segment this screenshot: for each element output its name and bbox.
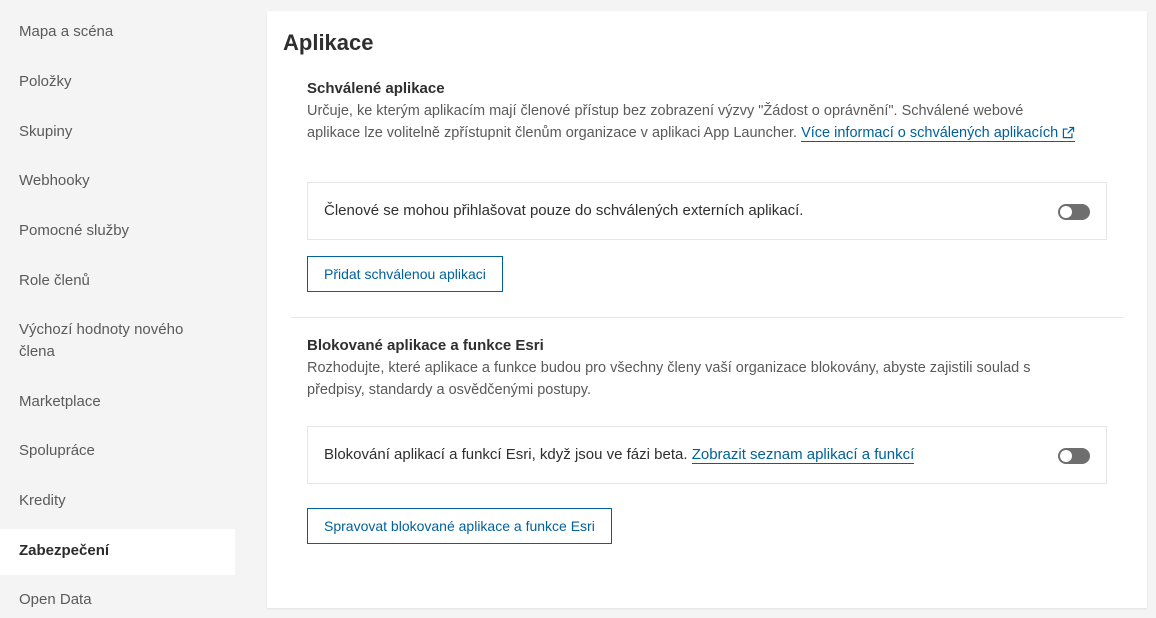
sidebar: Mapa a scéna Položky Skupiny Webhooky Po… bbox=[0, 0, 235, 618]
sidebar-item-collaboration[interactable]: Spolupráce bbox=[0, 440, 235, 462]
add-approved-app-button[interactable]: Přidat schválenou aplikaci bbox=[307, 256, 503, 292]
blocked-apps-toggle-row: Blokování aplikací a funkcí Esri, když j… bbox=[307, 426, 1107, 484]
manage-blocked-apps-button[interactable]: Spravovat blokované aplikace a funkce Es… bbox=[307, 508, 612, 544]
approved-apps-title: Schválené aplikace bbox=[307, 80, 445, 97]
sidebar-item-items[interactable]: Položky bbox=[0, 71, 235, 93]
sidebar-item-groups[interactable]: Skupiny bbox=[0, 121, 235, 143]
sidebar-item-member-roles[interactable]: Role členů bbox=[0, 270, 235, 292]
sidebar-item-new-member-defaults[interactable]: Výchozí hodnoty nového člena bbox=[0, 319, 200, 363]
sidebar-item-utility-services[interactable]: Pomocné služby bbox=[0, 220, 235, 242]
blocked-apps-description: Rozhodujte, které aplikace a funkce budo… bbox=[307, 360, 1031, 398]
sidebar-item-credits[interactable]: Kredity bbox=[0, 490, 235, 512]
sidebar-item-marketplace[interactable]: Marketplace bbox=[0, 391, 235, 413]
toggle-knob bbox=[1060, 206, 1072, 218]
approved-apps-more-info-link[interactable]: Více informací o schválených aplikacích bbox=[801, 125, 1076, 142]
approved-apps-toggle-row: Členové se mohou přihlašovat pouze do sc… bbox=[307, 182, 1107, 240]
page-title: Aplikace bbox=[283, 30, 374, 55]
sidebar-item-webhooks[interactable]: Webhooky bbox=[0, 170, 235, 192]
approved-apps-only-toggle[interactable] bbox=[1058, 204, 1090, 220]
section-divider bbox=[291, 317, 1123, 318]
toggle-knob bbox=[1060, 450, 1072, 462]
external-link-icon bbox=[1062, 124, 1075, 146]
sidebar-item-map-scene[interactable]: Mapa a scéna bbox=[0, 21, 235, 43]
approved-apps-description: Určuje, ke kterým aplikacím mají členové… bbox=[307, 100, 1077, 146]
blocked-apps-toggle-label: Blokování aplikací a funkcí Esri, když j… bbox=[324, 445, 915, 465]
main-panel: Aplikace Schválené aplikace Určuje, ke k… bbox=[267, 11, 1147, 608]
approved-apps-more-info-link-text: Více informací o schválených aplikacích bbox=[801, 125, 1059, 141]
sidebar-item-security[interactable]: Zabezpečení bbox=[0, 529, 235, 575]
sidebar-item-open-data[interactable]: Open Data bbox=[0, 589, 235, 611]
approved-apps-toggle-label: Členové se mohou přihlašovat pouze do sc… bbox=[324, 202, 804, 219]
view-apps-list-link[interactable]: Zobrazit seznam aplikací a funkcí bbox=[691, 446, 915, 464]
blocked-apps-toggle-text: Blokování aplikací a funkcí Esri, když j… bbox=[324, 446, 688, 463]
block-beta-apps-toggle[interactable] bbox=[1058, 448, 1090, 464]
blocked-apps-title: Blokované aplikace a funkce Esri bbox=[307, 337, 544, 354]
